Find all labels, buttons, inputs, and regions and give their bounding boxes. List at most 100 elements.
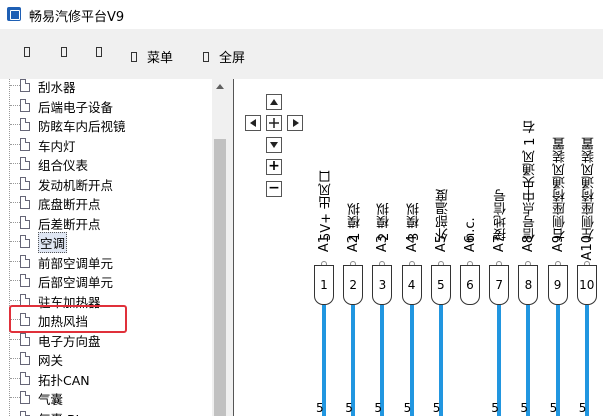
- scroll-thumb[interactable]: [214, 139, 226, 416]
- connector-pin[interactable]: 8: [518, 265, 539, 305]
- document-icon: [20, 371, 30, 385]
- tree-item[interactable]: 防眩车内后视镜: [0, 115, 212, 135]
- wire[interactable]: [322, 305, 326, 416]
- menu-button[interactable]: 菜单: [131, 47, 173, 66]
- pin-code: A9: [550, 235, 566, 253]
- wire-label: 5: [345, 401, 353, 415]
- connector-pin[interactable]: 10: [576, 265, 597, 305]
- wire[interactable]: [584, 305, 589, 416]
- tree-item[interactable]: 后部空调单元: [0, 271, 212, 291]
- wire[interactable]: [438, 305, 443, 416]
- wire-label: 5: [374, 401, 383, 415]
- tree-connector: [10, 299, 20, 301]
- connector-pin[interactable]: 9: [547, 265, 568, 305]
- tree-item[interactable]: 拓扑CAN: [0, 369, 212, 389]
- tree-item-label: 气囊 BL: [38, 409, 83, 416]
- pin-description: 信号点中央通风 1 右: [523, 120, 539, 241]
- scroll-up-arrow-icon[interactable]: [216, 84, 224, 89]
- window-title: 畅易汽修平台V9: [29, 10, 125, 25]
- connector-pin[interactable]: 3: [372, 265, 393, 305]
- connector-pin[interactable]: 1: [314, 265, 334, 305]
- tree-item[interactable]: 前部空调单元: [0, 252, 212, 272]
- pan-up-button[interactable]: [266, 94, 282, 110]
- tree-item-label: 电子方向盘: [38, 333, 101, 349]
- wire[interactable]: [409, 305, 414, 416]
- wire[interactable]: [555, 305, 560, 416]
- connector-pin[interactable]: 5: [430, 265, 451, 305]
- tree-item[interactable]: 空调: [0, 232, 212, 253]
- tree-connector: [10, 358, 20, 359]
- pin-code: A5: [433, 235, 449, 253]
- pin-code: A2: [346, 235, 362, 253]
- box-glyph-icon: [61, 47, 67, 57]
- document-icon: [20, 332, 30, 346]
- document-icon: [20, 215, 30, 229]
- document-icon: [20, 137, 30, 151]
- tree-connector: [10, 163, 20, 164]
- wire[interactable]: [497, 305, 502, 416]
- wire[interactable]: [526, 305, 531, 416]
- box-glyph-icon: [131, 51, 137, 62]
- tree-item[interactable]: 组合仪表: [0, 154, 212, 174]
- tree-connector: [10, 280, 20, 281]
- pan-down-button[interactable]: [266, 137, 282, 153]
- zoom-out-button[interactable]: −: [266, 181, 282, 197]
- title-bar: 畅易汽修平台V9: [0, 0, 603, 29]
- tree-connector: [10, 104, 20, 106]
- document-icon: [20, 235, 30, 248]
- pin-code: A10: [579, 235, 595, 261]
- tree-item-label: 拓扑CAN: [38, 372, 90, 388]
- document-icon: [20, 391, 30, 404]
- pin-description: 1 模拟: [348, 202, 364, 241]
- tree-item[interactable]: 网关: [0, 349, 212, 369]
- wire[interactable]: [380, 305, 385, 416]
- pan-right-button[interactable]: [287, 115, 303, 131]
- document-icon: [20, 352, 30, 365]
- connector-pin[interactable]: 2: [343, 265, 364, 305]
- document-icon: [20, 79, 30, 92]
- document-icon: [20, 176, 30, 190]
- toolbar-button-3[interactable]: [96, 47, 102, 57]
- connector-pin[interactable]: 7: [489, 265, 510, 305]
- tree-item[interactable]: 刮水器: [0, 79, 212, 96]
- wire-label: 5: [432, 401, 441, 415]
- tree-item[interactable]: 气囊: [0, 388, 212, 408]
- left-arrow-icon: [250, 119, 256, 127]
- tree-item[interactable]: 后端电子设备: [0, 96, 212, 116]
- pin-code: A7: [492, 235, 508, 253]
- tree-item-label: 防眩车内后视镜: [38, 119, 126, 134]
- pan-left-button[interactable]: [245, 115, 261, 131]
- tree-connector: [10, 221, 20, 223]
- pin-description: n.c.: [463, 217, 478, 241]
- toolbar-button-2[interactable]: [61, 47, 67, 57]
- document-icon: [20, 157, 30, 170]
- wire[interactable]: [351, 305, 356, 416]
- wire-label: 5: [316, 401, 324, 415]
- tree-item[interactable]: 后差断开点: [0, 213, 212, 233]
- document-icon: [20, 410, 30, 416]
- toolbar-button-1[interactable]: [24, 47, 30, 57]
- document-icon: [20, 118, 30, 131]
- tree-item[interactable]: 气囊 BL: [0, 408, 212, 416]
- pin-description: 外部温度: [435, 189, 451, 241]
- tree-item-label: 后端电子设备: [38, 99, 114, 115]
- right-arrow-icon: [293, 119, 299, 127]
- wire-label: 5: [549, 401, 558, 415]
- pin-code: A4: [404, 235, 420, 253]
- tree-item[interactable]: 车内灯: [0, 135, 212, 155]
- connector-pin[interactable]: 4: [401, 265, 422, 305]
- fullscreen-button[interactable]: 全屏: [203, 47, 245, 66]
- tree-connector: [10, 85, 20, 86]
- document-icon: [20, 196, 30, 209]
- center-button[interactable]: [266, 115, 282, 131]
- zoom-in-button[interactable]: +: [266, 159, 282, 175]
- tree-item[interactable]: 底盘断开点: [0, 193, 212, 213]
- tree-item-label: 前部空调单元: [38, 255, 114, 271]
- connector-pin[interactable]: 6: [460, 265, 480, 305]
- tree-item-label: 刮水器: [38, 80, 76, 95]
- tree-item[interactable]: 发动机断开点: [0, 174, 212, 194]
- document-icon: [20, 254, 30, 268]
- tree-connector: [10, 241, 20, 242]
- tree-scrollbar[interactable]: [212, 79, 228, 416]
- pin-description: 左侧座椅通风装置: [581, 137, 597, 241]
